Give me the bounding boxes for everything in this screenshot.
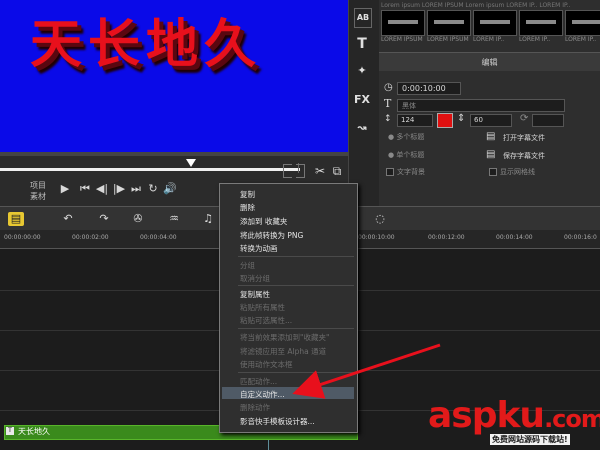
watermark-dot: .com [544, 405, 600, 433]
annotation-arrow [292, 343, 441, 399]
watermark-main: aspku [428, 395, 545, 436]
watermark-logo: aspku.com [428, 395, 600, 436]
watermark-subtitle: 免费网站源码下载站! [490, 434, 570, 445]
